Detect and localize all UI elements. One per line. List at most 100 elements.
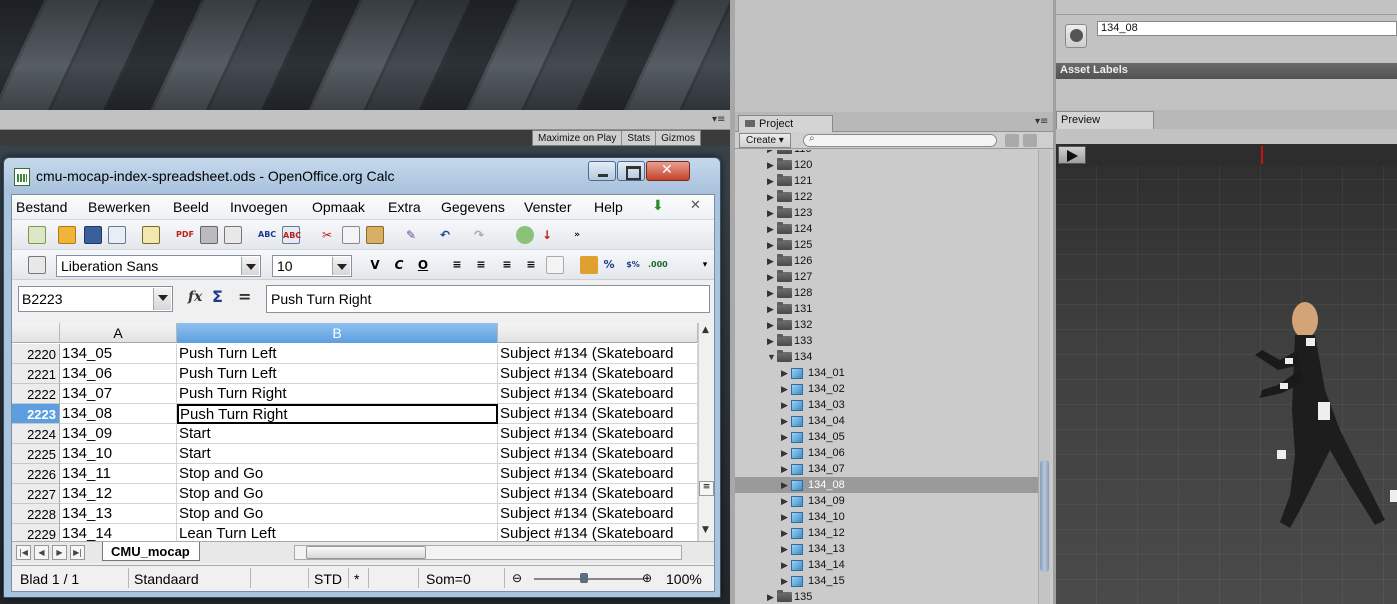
- align-left-icon[interactable]: ≡: [448, 256, 466, 274]
- cell-a[interactable]: 134_14: [60, 524, 177, 541]
- menu-dots-icon[interactable]: ▾≡: [712, 114, 725, 125]
- collapsed-arrow-icon[interactable]: ▶: [767, 189, 774, 205]
- zoom-slider-knob[interactable]: [580, 573, 588, 583]
- folder-item[interactable]: ▶ 123: [735, 205, 1040, 221]
- menu-gegevens[interactable]: Gegevens: [441, 199, 505, 215]
- cut-icon[interactable]: ✂: [318, 226, 336, 244]
- filter-type-icon[interactable]: [1005, 134, 1019, 147]
- collapsed-arrow-icon[interactable]: ▶: [767, 589, 774, 604]
- collapsed-arrow-icon[interactable]: ▶: [781, 509, 788, 525]
- cell-c[interactable]: Subject #134 (Skateboard: [498, 404, 698, 424]
- create-button[interactable]: Create ▾: [739, 133, 791, 148]
- styles-icon[interactable]: [28, 256, 46, 274]
- cell-a[interactable]: 134_05: [60, 344, 177, 364]
- page-style[interactable]: Standaard: [134, 571, 199, 587]
- folder-item[interactable]: ▶ 128: [735, 285, 1040, 301]
- asset-item[interactable]: ▶ 134_02: [735, 381, 1040, 397]
- function-icon[interactable]: =: [238, 287, 251, 306]
- row-header[interactable]: 2220: [12, 344, 60, 364]
- cell-b[interactable]: Start: [177, 424, 498, 444]
- collapsed-arrow-icon[interactable]: ▶: [767, 301, 774, 317]
- asset-item[interactable]: ▶ 134_10: [735, 509, 1040, 525]
- asset-item[interactable]: ▶ 134_14: [735, 557, 1040, 573]
- collapsed-arrow-icon[interactable]: ▶: [767, 205, 774, 221]
- merge-cells-icon[interactable]: [546, 256, 564, 274]
- collapsed-arrow-icon[interactable]: ▶: [767, 269, 774, 285]
- sort-icon[interactable]: ↓: [538, 226, 556, 244]
- zoom-in-icon[interactable]: ⊕: [642, 571, 652, 585]
- collapsed-arrow-icon[interactable]: ▶: [781, 365, 788, 381]
- cell-b[interactable]: Stop and Go: [177, 464, 498, 484]
- menu-beeld[interactable]: Beeld: [173, 199, 209, 215]
- cell-b[interactable]: Push Turn Left: [177, 364, 498, 384]
- menu-dots-icon[interactable]: ▾≡: [1035, 116, 1048, 127]
- row-header[interactable]: 2221: [12, 364, 60, 384]
- email-icon[interactable]: [108, 226, 126, 244]
- zoom-slider[interactable]: [534, 578, 644, 580]
- spreadsheet-grid[interactable]: A B 2220 134_05 Push Turn Left Subject #134…: [12, 323, 698, 541]
- function-wizard-icon[interactable]: fx: [188, 289, 202, 305]
- collapsed-arrow-icon[interactable]: ▶: [781, 397, 788, 413]
- column-header-c[interactable]: [498, 323, 698, 343]
- cell-c[interactable]: Subject #134 (Skateboard: [498, 384, 698, 404]
- italic-icon[interactable]: C: [390, 256, 408, 274]
- selection-mode[interactable]: STD: [314, 571, 342, 587]
- expanded-arrow-icon[interactable]: ▼: [767, 349, 776, 365]
- asset-item[interactable]: ▶ 134_15: [735, 573, 1040, 589]
- menu-help[interactable]: Help: [594, 199, 623, 215]
- collapsed-arrow-icon[interactable]: ▶: [781, 429, 788, 445]
- folder-item[interactable]: ▶ 122: [735, 189, 1040, 205]
- close-document-icon[interactable]: ✕: [690, 198, 701, 213]
- folder-item[interactable]: ▼ 134: [735, 349, 1040, 365]
- cell-c[interactable]: Subject #134 (Skateboard: [498, 484, 698, 504]
- chevron-down-icon[interactable]: [332, 257, 350, 275]
- select-all-corner[interactable]: [12, 323, 60, 343]
- asset-item[interactable]: ▶ 134_07: [735, 461, 1040, 477]
- collapsed-arrow-icon[interactable]: ▶: [781, 445, 788, 461]
- folder-item[interactable]: ▶ 131: [735, 301, 1040, 317]
- asset-item[interactable]: ▶ 134_09: [735, 493, 1040, 509]
- percent-icon[interactable]: %: [600, 256, 618, 274]
- cell-c[interactable]: Subject #134 (Skateboard: [498, 364, 698, 384]
- paste-icon[interactable]: [366, 226, 384, 244]
- folder-item[interactable]: ▶ 127: [735, 269, 1040, 285]
- active-cell[interactable]: Push Turn Right: [177, 404, 498, 424]
- collapsed-arrow-icon[interactable]: ▶: [781, 381, 788, 397]
- open-icon[interactable]: [58, 226, 76, 244]
- spellcheck-icon[interactable]: ABC: [258, 226, 276, 244]
- print-icon[interactable]: [200, 226, 218, 244]
- cell-c[interactable]: Subject #134 (Skateboard: [498, 524, 698, 541]
- pdf-icon[interactable]: PDF: [176, 226, 194, 244]
- clone-format-icon[interactable]: ✎: [402, 226, 420, 244]
- toolbar-overflow-icon[interactable]: ▾: [696, 256, 714, 274]
- preview-timeline[interactable]: [1056, 144, 1397, 166]
- menu-opmaak[interactable]: Opmaak: [312, 199, 365, 215]
- cell-b[interactable]: Push Turn Left: [177, 344, 498, 364]
- collapsed-arrow-icon[interactable]: ▶: [781, 573, 788, 589]
- prev-sheet-icon[interactable]: ◀: [34, 545, 49, 560]
- menu-invoegen[interactable]: Invoegen: [230, 199, 288, 215]
- asset-name-field[interactable]: 134_08: [1097, 21, 1397, 36]
- row-header[interactable]: 2226: [12, 464, 60, 484]
- asset-item[interactable]: ▶ 134_04: [735, 413, 1040, 429]
- cell-a[interactable]: 134_11: [60, 464, 177, 484]
- new-icon[interactable]: [28, 226, 46, 244]
- currency-icon[interactable]: [580, 256, 598, 274]
- folder-item[interactable]: ▶ 120: [735, 157, 1040, 173]
- stats-button[interactable]: Stats: [622, 131, 657, 145]
- label-icon[interactable]: [1023, 134, 1037, 147]
- collapsed-arrow-icon[interactable]: ▶: [767, 221, 774, 237]
- undo-icon[interactable]: ↶: [436, 226, 454, 244]
- cell-a[interactable]: 134_10: [60, 444, 177, 464]
- asset-item[interactable]: ▶ 134_05: [735, 429, 1040, 445]
- chevron-down-icon[interactable]: [241, 257, 259, 275]
- gizmos-button[interactable]: Gizmos: [656, 131, 700, 145]
- minimize-button[interactable]: [588, 161, 616, 181]
- collapsed-arrow-icon[interactable]: ▶: [781, 461, 788, 477]
- collapsed-arrow-icon[interactable]: ▶: [767, 237, 774, 253]
- folder-item[interactable]: ▶ 135: [735, 589, 1040, 604]
- cell-a[interactable]: 134_06: [60, 364, 177, 384]
- menu-venster[interactable]: Venster: [524, 199, 571, 215]
- copy-icon[interactable]: [342, 226, 360, 244]
- align-center-icon[interactable]: ≡: [472, 256, 490, 274]
